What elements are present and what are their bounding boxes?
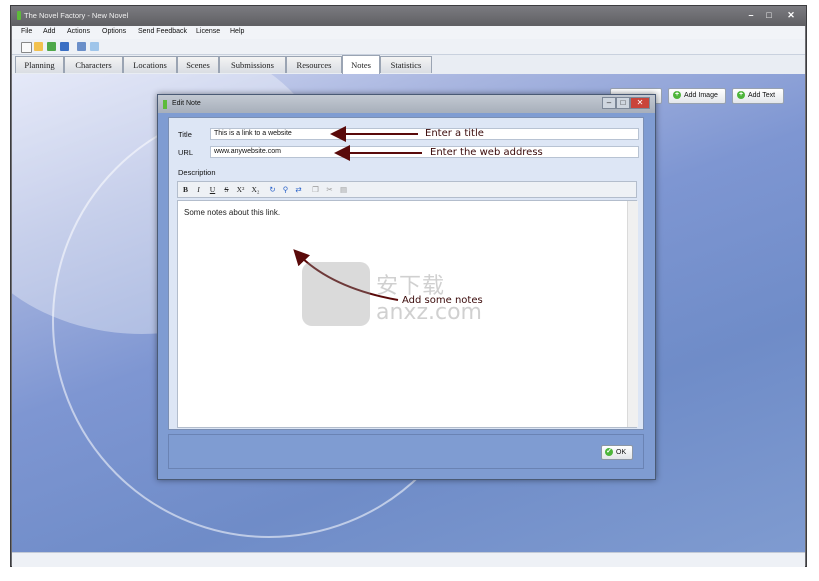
watermark-line2: anxz.com [376,300,482,325]
watermark-line1: 安下载 [376,274,446,299]
title-hint: Enter a title [425,128,484,139]
watermark-logo [302,262,370,326]
url-hint: Enter the web address [430,147,543,158]
